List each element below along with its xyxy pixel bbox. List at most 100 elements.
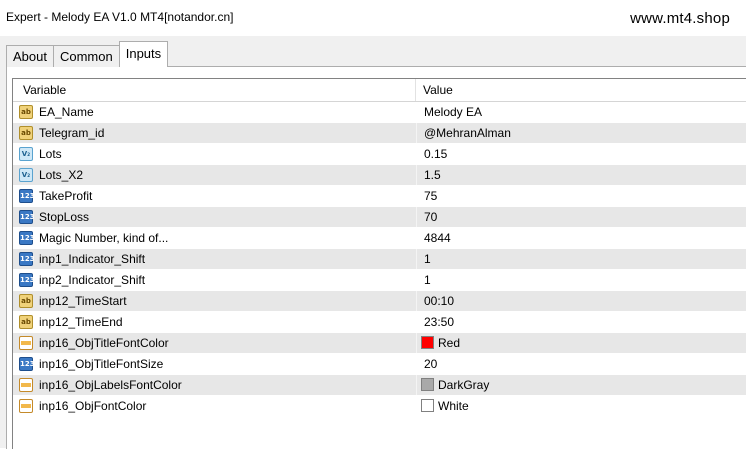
table-row[interactable]: 123 inp1_Indicator_Shift 1: [13, 249, 746, 270]
variable-name: inp16_ObjLabelsFontColor: [39, 378, 182, 392]
column-header-variable[interactable]: Variable: [23, 79, 66, 101]
integer-icon: 123: [19, 189, 35, 203]
variable-cell: ab EA_Name: [13, 102, 415, 122]
value-cell[interactable]: 1.5: [416, 165, 746, 185]
tab-common[interactable]: Common: [52, 45, 120, 67]
variable-cell: inp16_ObjFontColor: [13, 396, 415, 416]
variable-value: 4844: [424, 231, 451, 245]
variable-value: Red: [438, 336, 461, 350]
value-cell[interactable]: 23:50: [416, 312, 746, 332]
variable-name: Lots_X2: [39, 168, 84, 182]
column-header-value[interactable]: Value: [423, 79, 453, 101]
variable-name: Lots: [39, 147, 62, 161]
string-icon: ab: [19, 105, 33, 119]
variable-name: inp12_TimeEnd: [39, 315, 123, 329]
value-cell[interactable]: 70: [416, 207, 746, 227]
variable-cell: ab inp12_TimeStart: [13, 291, 415, 311]
integer-icon: 123: [19, 231, 35, 245]
value-cell[interactable]: 1: [416, 270, 746, 290]
value-cell[interactable]: @MehranAlman: [416, 123, 746, 143]
variable-cell: V₂ Lots: [13, 144, 415, 164]
variable-value: @MehranAlman: [424, 126, 511, 140]
integer-icon: 123: [19, 357, 35, 371]
color-swatch: [421, 336, 434, 349]
variable-cell: 123 inp1_Indicator_Shift: [13, 249, 415, 269]
variable-name: inp16_ObjTitleFontSize: [39, 357, 164, 371]
variable-value: 0.15: [424, 147, 448, 161]
column-divider[interactable]: [415, 79, 416, 101]
string-icon: ab: [19, 315, 33, 329]
integer-icon: 123: [19, 210, 35, 224]
variable-cell: ab inp12_TimeEnd: [13, 312, 415, 332]
tab-about[interactable]: About: [6, 45, 54, 67]
value-cell[interactable]: White: [416, 396, 746, 416]
color-icon: [19, 336, 33, 350]
variable-value: Melody EA: [424, 105, 483, 119]
table-row[interactable]: ab inp12_TimeStart 00:10: [13, 291, 746, 312]
table-row[interactable]: ab Telegram_id @MehranAlman: [13, 123, 746, 144]
table-row[interactable]: V₂ Lots 0.15: [13, 144, 746, 165]
tab-strip: About Common Inputs: [6, 41, 169, 67]
integer-icon: 123: [19, 252, 35, 266]
table-row[interactable]: V₂ Lots_X2 1.5: [13, 165, 746, 186]
variable-value: White: [438, 399, 469, 413]
table-row[interactable]: 123 TakeProfit 75: [13, 186, 746, 207]
double-icon: V₂: [19, 168, 33, 182]
variable-cell: inp16_ObjLabelsFontColor: [13, 375, 415, 395]
variable-name: EA_Name: [39, 105, 94, 119]
value-cell[interactable]: Red: [416, 333, 746, 353]
variable-cell: 123 StopLoss: [13, 207, 415, 227]
variable-name: inp12_TimeStart: [39, 294, 127, 308]
variable-cell: 123 Magic Number, kind of...: [13, 228, 415, 248]
inputs-table: Variable Value ab EA_Name Melody EA ab Teleg…: [12, 78, 746, 449]
table-row[interactable]: 123 Magic Number, kind of... 4844: [13, 228, 746, 249]
color-swatch: [421, 399, 434, 412]
watermark-text: www.mt4.shop: [630, 10, 730, 27]
table-row[interactable]: 123 StopLoss 70: [13, 207, 746, 228]
title-bar: Expert - Melody EA V1.0 MT4[notandor.cn]…: [0, 0, 746, 36]
string-icon: ab: [19, 126, 33, 140]
value-cell[interactable]: 4844: [416, 228, 746, 248]
variable-cell: 123 TakeProfit: [13, 186, 415, 206]
variable-value: 1: [424, 252, 431, 266]
table-row[interactable]: 123 inp16_ObjTitleFontSize 20: [13, 354, 746, 375]
table-body: ab EA_Name Melody EA ab Telegram_id @MehranAl…: [13, 102, 746, 417]
tab-inputs[interactable]: Inputs: [118, 41, 169, 67]
variable-value: 75: [424, 189, 438, 203]
variable-name: inp16_ObjTitleFontColor: [39, 336, 169, 350]
window-title: Expert - Melody EA V1.0 MT4[notandor.cn]: [6, 10, 234, 24]
color-icon: [19, 399, 33, 413]
variable-name: Telegram_id: [39, 126, 105, 140]
variable-name: inp2_Indicator_Shift: [39, 273, 146, 287]
variable-name: Magic Number, kind of...: [39, 231, 169, 245]
value-cell[interactable]: 00:10: [416, 291, 746, 311]
value-cell[interactable]: 75: [416, 186, 746, 206]
color-swatch: [421, 378, 434, 391]
integer-icon: 123: [19, 273, 35, 287]
table-row[interactable]: inp16_ObjLabelsFontColor DarkGray: [13, 375, 746, 396]
table-row[interactable]: ab EA_Name Melody EA: [13, 102, 746, 123]
value-cell[interactable]: 1: [416, 249, 746, 269]
value-cell[interactable]: DarkGray: [416, 375, 746, 395]
value-cell[interactable]: 20: [416, 354, 746, 374]
double-icon: V₂: [19, 147, 33, 161]
table-row[interactable]: 123 inp2_Indicator_Shift 1: [13, 270, 746, 291]
string-icon: ab: [19, 294, 33, 308]
variable-cell: inp16_ObjTitleFontColor: [13, 333, 415, 353]
variable-cell: V₂ Lots_X2: [13, 165, 415, 185]
variable-name: StopLoss: [39, 210, 90, 224]
variable-value: 20: [424, 357, 438, 371]
table-row[interactable]: inp16_ObjFontColor White: [13, 396, 746, 417]
value-cell[interactable]: 0.15: [416, 144, 746, 164]
variable-name: inp16_ObjFontColor: [39, 399, 147, 413]
variable-value: 70: [424, 210, 438, 224]
color-icon: [19, 378, 33, 392]
variable-name: TakeProfit: [39, 189, 93, 203]
variable-value: 23:50: [424, 315, 455, 329]
variable-value: 1.5: [424, 168, 441, 182]
table-row[interactable]: inp16_ObjTitleFontColor Red: [13, 333, 746, 354]
variable-value: 1: [424, 273, 431, 287]
value-cell[interactable]: Melody EA: [416, 102, 746, 122]
table-row[interactable]: ab inp12_TimeEnd 23:50: [13, 312, 746, 333]
variable-cell: 123 inp2_Indicator_Shift: [13, 270, 415, 290]
